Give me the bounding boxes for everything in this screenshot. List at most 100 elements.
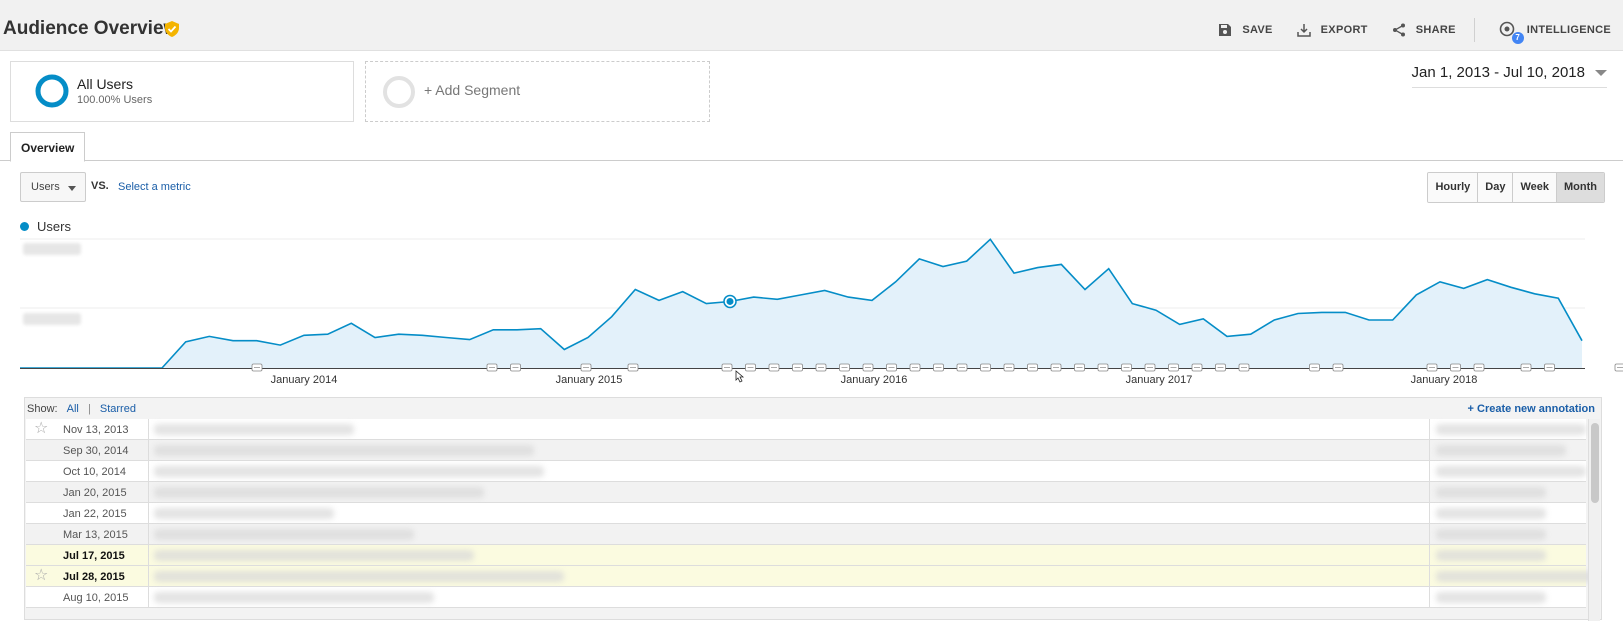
annotation-marker-icon (1121, 363, 1132, 372)
annotation-marker-icon (980, 363, 991, 372)
annotation-marker-icon (1074, 363, 1085, 372)
add-segment-button[interactable]: + Add Segment (365, 61, 710, 122)
x-axis-tick-label: January 2015 (556, 374, 623, 386)
annotation-marker-icon (1215, 363, 1226, 372)
annotation-date: Jan 22, 2015 (63, 508, 127, 520)
export-label: EXPORT (1320, 24, 1368, 36)
granularity-month[interactable]: Month (1556, 173, 1604, 202)
annotation-row[interactable]: Jan 22, 2015 (26, 503, 1586, 524)
date-range-label: Jan 1, 2013 - Jul 10, 2018 (1411, 64, 1585, 81)
export-button[interactable]: EXPORT (1296, 23, 1368, 37)
hand-cursor-icon (735, 370, 745, 383)
column-divider (1429, 587, 1430, 607)
annotation-author-redacted (1436, 529, 1546, 540)
annotation-marker-icon (1309, 363, 1320, 372)
metric-select[interactable]: Users (20, 172, 86, 202)
annotation-date: Jan 20, 2015 (63, 487, 127, 499)
annotation-date: Jul 17, 2015 (63, 550, 125, 562)
annotation-row[interactable]: Aug 10, 2015 (26, 587, 1586, 608)
column-divider (1429, 524, 1430, 544)
report-tabs: Overview (0, 131, 1623, 162)
annotation-date: Nov 13, 2013 (63, 424, 129, 436)
verified-shield-icon (165, 21, 179, 37)
annotation-date: Oct 10, 2014 (63, 466, 126, 478)
annotation-marker-icon (1168, 363, 1179, 372)
intelligence-button[interactable]: 7 INTELLIGENCE (1499, 21, 1611, 44)
annotation-marker-icon (1426, 363, 1438, 372)
save-button[interactable]: SAVE (1218, 23, 1272, 37)
annotation-marker-icon (956, 363, 968, 372)
annotation-date: Sep 30, 2014 (63, 445, 129, 457)
annotation-marker-icon (1097, 363, 1109, 372)
x-axis-tick-label: January 2017 (1126, 374, 1193, 386)
column-divider (148, 461, 149, 481)
annotation-marker-icon (1544, 363, 1555, 372)
annotation-marker-icon (627, 363, 639, 372)
annotation-row[interactable]: ☆ Jul 28, 2015 (26, 566, 1596, 587)
granularity-hourly[interactable]: Hourly (1428, 173, 1478, 202)
metric-select-value: Users (31, 181, 60, 193)
tab-overview[interactable]: Overview (10, 132, 86, 162)
select-metric-link[interactable]: Select a metric (118, 181, 191, 193)
annotation-marker-icon (1050, 363, 1062, 372)
column-divider (148, 587, 149, 607)
annotation-row[interactable]: Jul 17, 2015 (26, 545, 1586, 566)
star-icon[interactable]: ☆ (34, 421, 48, 437)
column-divider (1429, 545, 1430, 565)
annotation-marker-icon (1003, 363, 1015, 372)
filter-starred-link[interactable]: Starred (100, 403, 136, 415)
column-divider (1429, 482, 1430, 502)
column-divider (148, 545, 149, 565)
users-line-chart[interactable]: January 2014 January 2015 January 2016 Janu… (0, 230, 1623, 395)
vs-label: VS. (91, 180, 109, 192)
filter-all-link[interactable]: All (67, 403, 79, 415)
users-area (20, 239, 1582, 368)
annotation-author-redacted (1436, 508, 1546, 519)
annotation-row[interactable]: Mar 13, 2015 (26, 524, 1586, 545)
column-divider (1429, 419, 1430, 439)
annotation-text-redacted (154, 508, 334, 519)
column-divider (1429, 461, 1430, 481)
share-button[interactable]: SHARE (1392, 23, 1456, 37)
annotation-marker-icon (909, 363, 921, 372)
add-segment-label: + Add Segment (424, 82, 521, 98)
annotation-row[interactable]: Sep 30, 2014 (26, 440, 1586, 461)
annotation-marker-icon (1238, 363, 1250, 372)
x-axis-tick-label: January 2018 (1411, 374, 1478, 386)
column-divider (1429, 566, 1430, 586)
annotation-marker-icon (792, 363, 803, 372)
annotation-marker-icon (815, 363, 827, 372)
create-annotation-link[interactable]: + Create new annotation (1468, 403, 1595, 415)
segment-ring-icon (35, 74, 69, 108)
scrollbar-thumb[interactable] (1591, 423, 1599, 503)
annotation-date: Mar 13, 2015 (63, 529, 128, 541)
annotation-marker-icon (745, 363, 756, 372)
star-icon[interactable]: ☆ (34, 568, 48, 584)
annotation-marker-icon (1520, 363, 1532, 372)
annotation-text-redacted (154, 487, 484, 498)
annotations-scrollbar[interactable] (1588, 419, 1600, 621)
granularity-week[interactable]: Week (1512, 173, 1557, 202)
annotation-marker-icon (1332, 363, 1344, 372)
annotation-row[interactable]: ☆ Nov 13, 2013 (26, 419, 1586, 440)
annotation-marker-icon (1144, 363, 1156, 372)
annotation-marker-icon (1614, 363, 1623, 372)
hover-point (726, 297, 734, 305)
date-range-picker[interactable]: Jan 1, 2013 - Jul 10, 2018 (1411, 64, 1607, 88)
save-label: SAVE (1242, 24, 1273, 36)
annotation-author-redacted (1436, 592, 1546, 603)
page-header: Audience Overview SAVE EXPORT SHARE 7 IN… (0, 0, 1623, 51)
page-title: Audience Overview (3, 18, 179, 39)
annotation-text-redacted (154, 466, 544, 477)
segment-all-users[interactable]: All Users 100.00% Users (10, 61, 354, 122)
annotation-marker-icon (1473, 363, 1485, 372)
annotation-marker-icon (933, 363, 944, 372)
annotation-marker-icon (1191, 363, 1203, 372)
granularity-day[interactable]: Day (1477, 173, 1513, 202)
annotation-row[interactable]: Oct 10, 2014 (26, 461, 1586, 482)
column-divider (148, 419, 149, 439)
annotation-text-redacted (154, 445, 534, 456)
annotation-text-redacted (154, 550, 474, 561)
share-icon (1392, 23, 1405, 37)
annotation-row[interactable]: Jan 20, 2015 (26, 482, 1586, 503)
